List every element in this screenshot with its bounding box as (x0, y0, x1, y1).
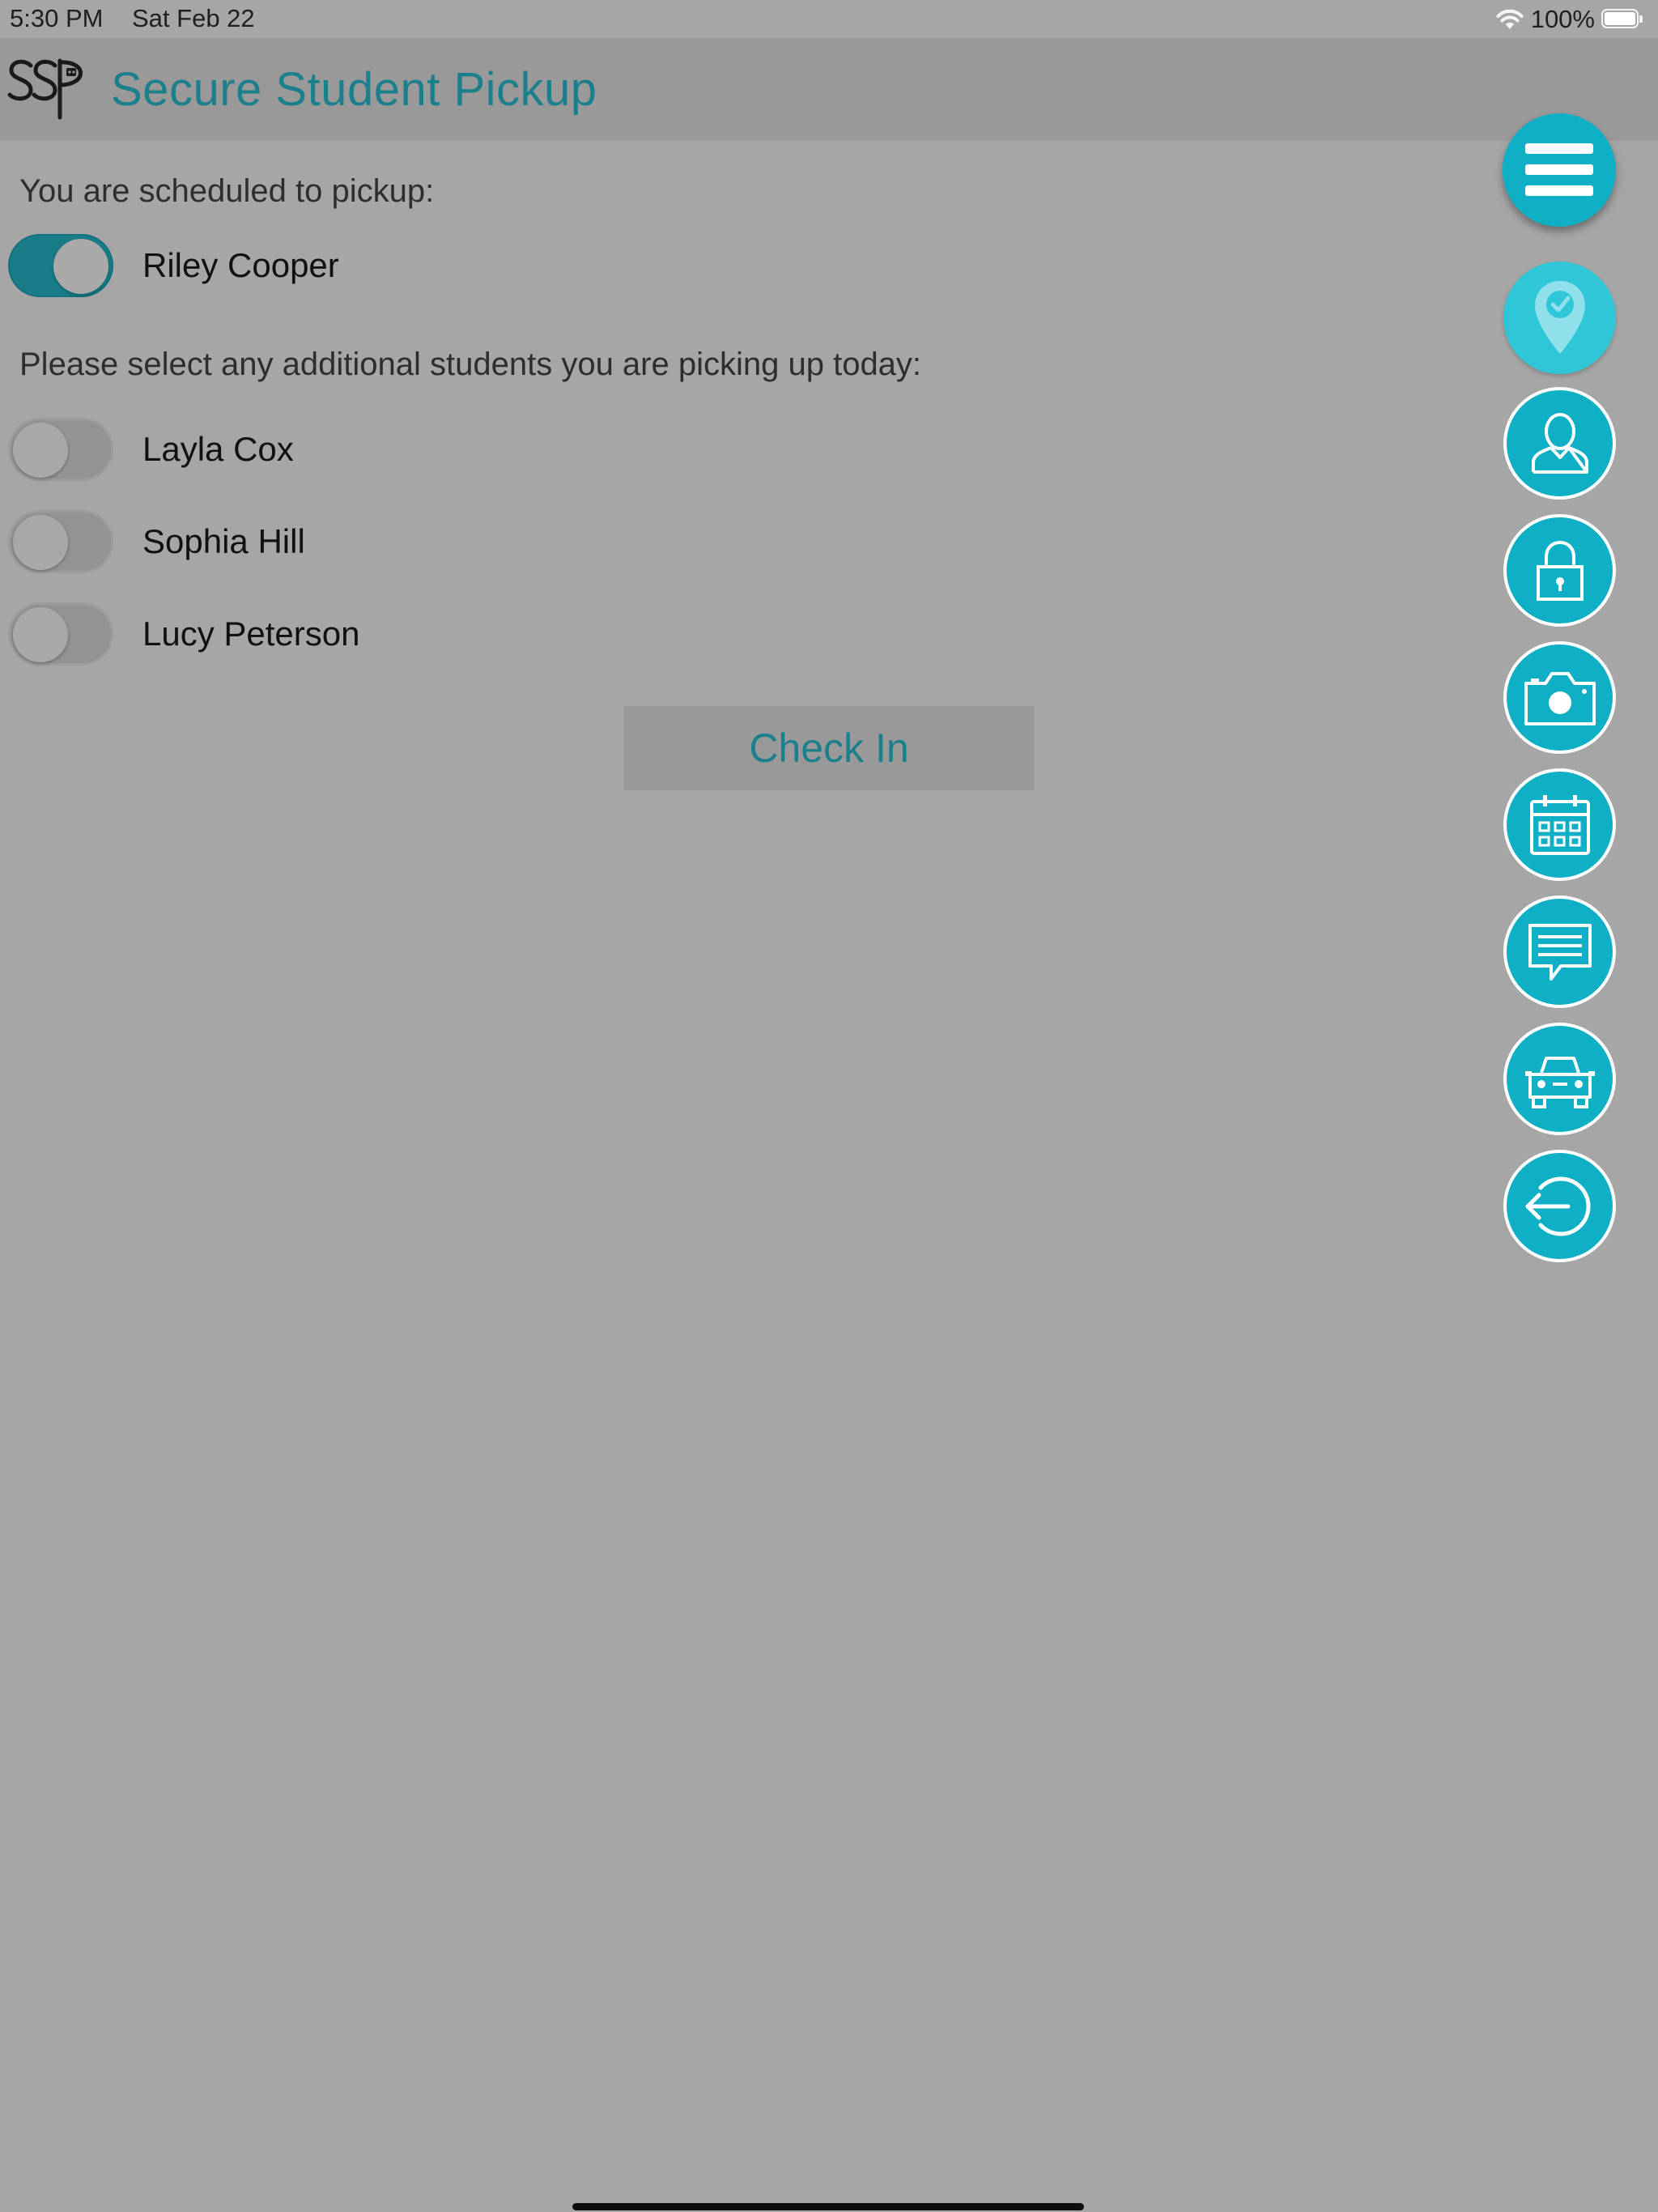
car-icon (1524, 1047, 1596, 1112)
battery-icon (1601, 9, 1643, 30)
camera-icon (1520, 666, 1601, 730)
status-date: Sat Feb 22 (132, 4, 255, 32)
calendar-icon (1524, 789, 1596, 861)
logout-button[interactable] (1503, 1150, 1616, 1262)
toggle-knob (13, 423, 68, 478)
status-bar: 5:30 PM Sat Feb 22 100% (0, 0, 1658, 38)
student-row-layla-cox: Layla Cox (8, 417, 294, 482)
logout-icon (1520, 1170, 1601, 1243)
app-title: Secure Student Pickup (111, 63, 597, 116)
student-name: Riley Cooper (142, 246, 339, 284)
profile-icon (1524, 407, 1596, 480)
student-name: Layla Cox (142, 430, 294, 468)
chat-icon (1524, 916, 1596, 989)
student-toggle[interactable] (8, 510, 113, 573)
location-check-button[interactable] (1503, 262, 1616, 374)
toggle-knob (53, 239, 108, 294)
status-time: 5:30 PM (10, 4, 104, 32)
student-row-lucy-peterson: Lucy Peterson (8, 602, 360, 666)
home-indicator[interactable] (572, 2203, 1084, 2210)
toggle-knob (13, 607, 68, 662)
camera-button[interactable] (1503, 641, 1616, 754)
calendar-button[interactable] (1503, 768, 1616, 881)
lock-button[interactable] (1503, 514, 1616, 627)
lock-icon (1524, 534, 1596, 607)
scheduled-label: You are scheduled to pickup: (19, 173, 435, 209)
profile-button[interactable] (1503, 387, 1616, 500)
wifi-icon (1495, 8, 1524, 31)
menu-button[interactable] (1503, 113, 1616, 227)
student-toggle[interactable] (8, 602, 113, 666)
check-in-button[interactable]: Check In (624, 706, 1034, 790)
additional-students-label: Please select any additional students yo… (19, 347, 922, 382)
student-row-riley-cooper: Riley Cooper (8, 233, 339, 298)
student-name: Lucy Peterson (142, 615, 360, 653)
toggle-knob (13, 515, 68, 570)
student-toggle[interactable] (8, 418, 113, 481)
student-toggle[interactable] (8, 234, 113, 297)
vehicle-button[interactable] (1503, 1023, 1616, 1135)
messages-button[interactable] (1503, 895, 1616, 1008)
hamburger-icon (1525, 142, 1593, 198)
location-check-icon (1532, 278, 1588, 359)
status-indicators: 100% (1495, 5, 1643, 34)
battery-percentage: 100% (1530, 5, 1595, 33)
ssp-logo (6, 53, 87, 122)
student-row-sophia-hill: Sophia Hill (8, 509, 305, 574)
app-header: Secure Student Pickup (0, 38, 1658, 141)
student-name: Sophia Hill (142, 522, 305, 560)
